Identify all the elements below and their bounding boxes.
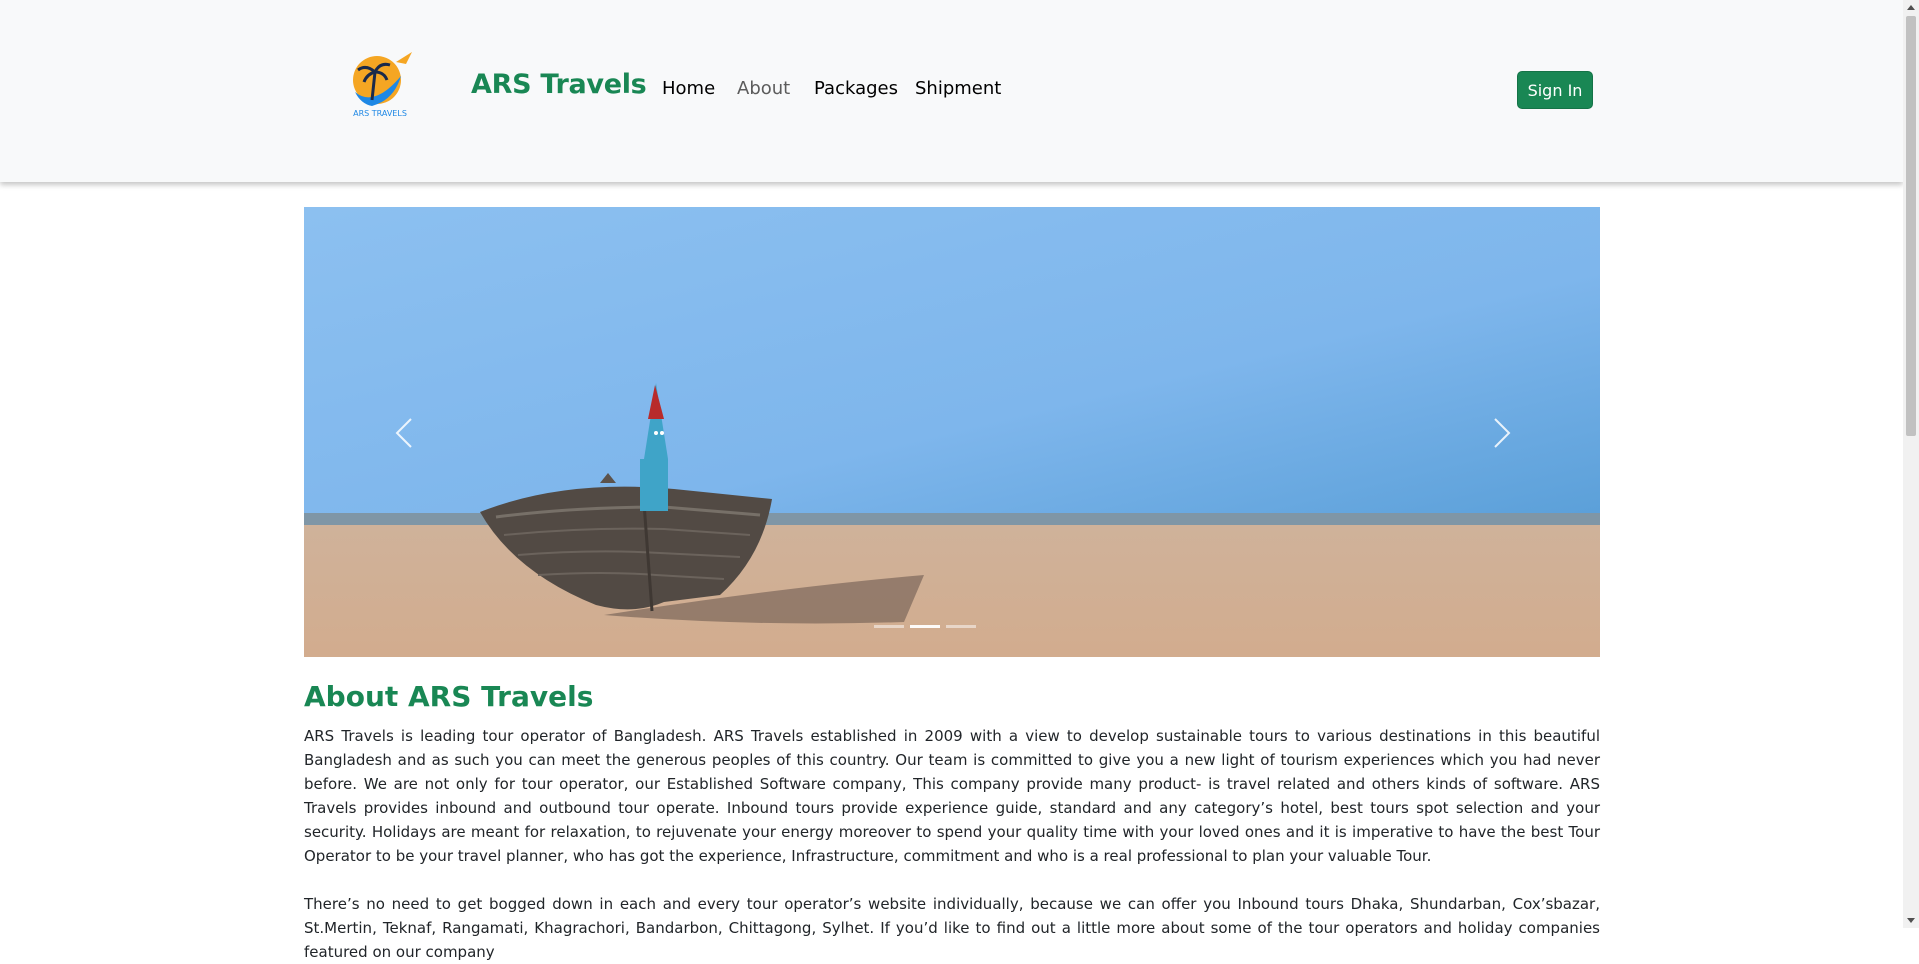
navbar: ARS TRAVELS ARS Travels Home About Packa…: [0, 0, 1903, 182]
carousel-prev-button[interactable]: [385, 403, 425, 463]
carousel-indicator[interactable]: [874, 625, 904, 628]
page-scrollbar[interactable]: [1903, 0, 1919, 928]
nav-home[interactable]: Home: [662, 80, 715, 98]
sign-in-button[interactable]: Sign In: [1517, 71, 1593, 109]
carousel-indicator[interactable]: [946, 625, 976, 628]
logo-text: ARS TRAVELS: [353, 109, 407, 118]
scroll-down-icon[interactable]: [1907, 918, 1915, 923]
beach-boat-image: [304, 207, 1600, 657]
scroll-up-icon[interactable]: [1907, 5, 1915, 10]
nav-packages[interactable]: Packages: [814, 80, 898, 98]
carousel-indicator-active[interactable]: [910, 625, 940, 628]
nav-about[interactable]: About: [737, 80, 790, 98]
about-paragraph-2: There’s no need to get bogged down in ea…: [304, 895, 1600, 961]
brand-logo[interactable]: ARS TRAVELS: [344, 50, 416, 118]
chevron-right-icon: [1494, 418, 1511, 448]
chevron-left-icon: [395, 418, 412, 448]
about-heading: About ARS Travels: [304, 680, 594, 713]
carousel-next-button[interactable]: [1481, 403, 1521, 463]
image-carousel: [304, 207, 1600, 657]
brand-name[interactable]: ARS Travels: [471, 71, 647, 98]
nav-shipment[interactable]: Shipment: [915, 80, 1001, 98]
carousel-indicators: [874, 625, 976, 628]
logo-palm-plane-icon: ARS TRAVELS: [353, 52, 412, 118]
scrollbar-thumb[interactable]: [1906, 16, 1916, 436]
about-paragraph-1: ARS Travels is leading tour operator of …: [304, 727, 1600, 865]
